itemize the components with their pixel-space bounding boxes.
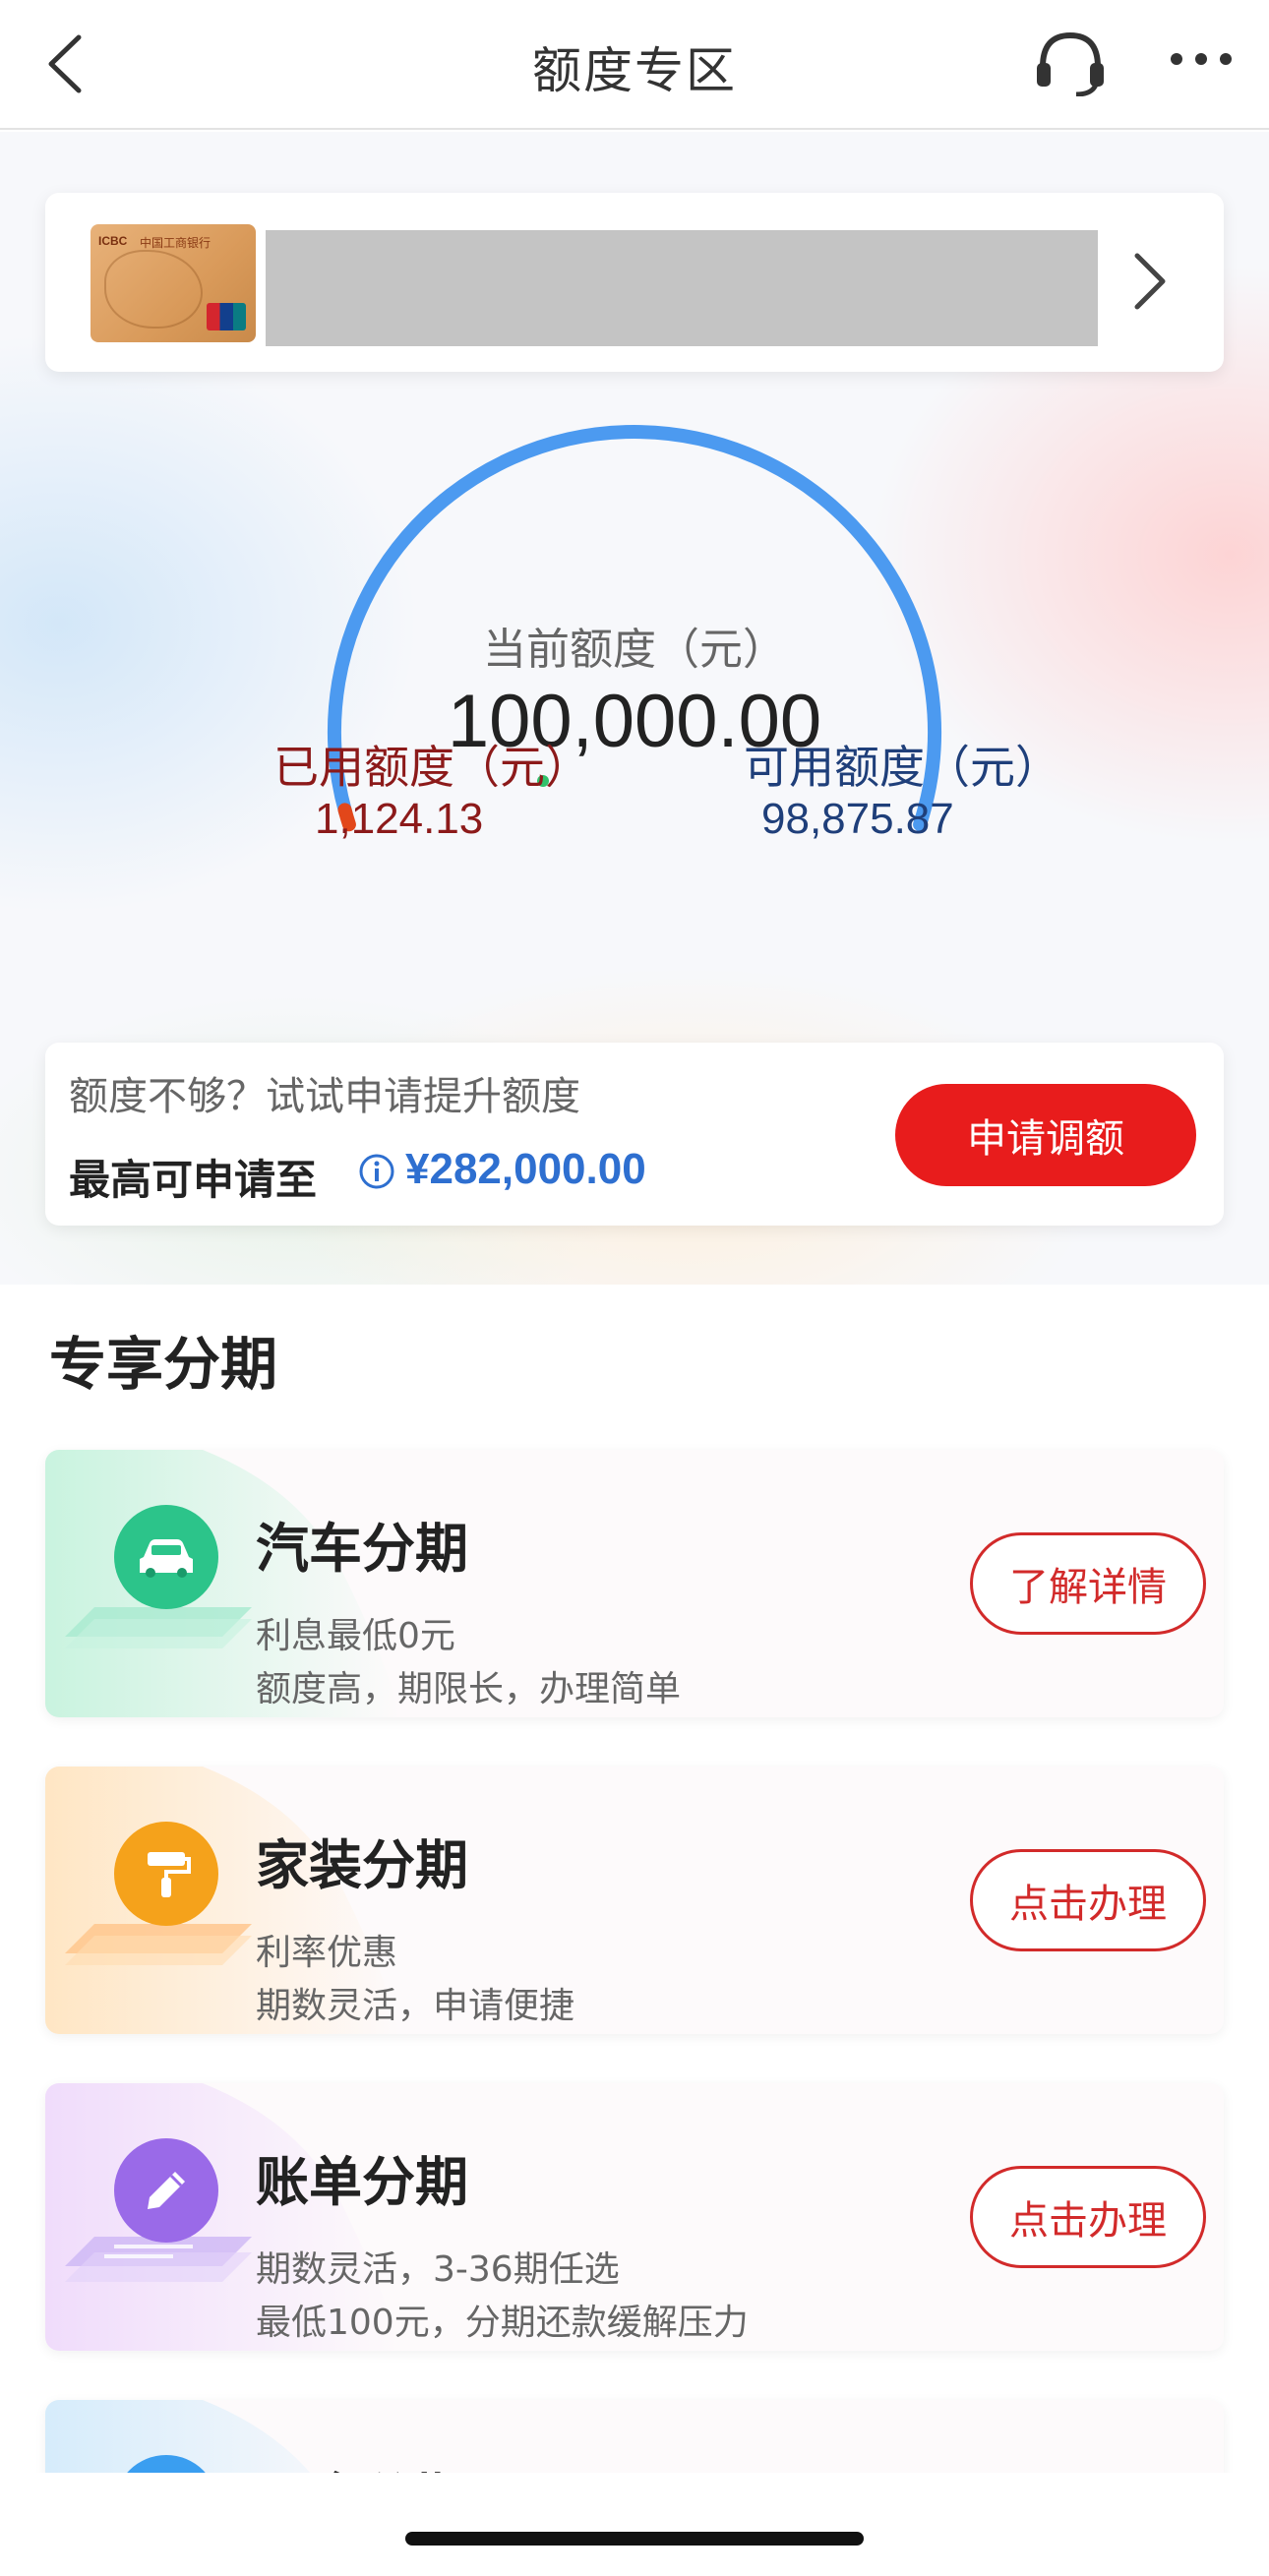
max-apply-amount: ¥282,000.00 [405,1145,646,1193]
home-indicator[interactable] [405,2532,864,2546]
max-apply-label: 最高可申请至 [69,1156,318,1204]
pencil-icon [114,2138,218,2243]
installment-desc-2: 期数灵活，申请便捷 [256,1986,575,2026]
bottom-safe-area [0,2473,1269,2576]
raise-limit-card: 额度不够？试试申请提升额度 最高可申请至 ¥282,000.00 申请调额 [45,1043,1224,1226]
used-limit-label: 已用额度（元） [273,741,590,794]
installment-desc-1: 利息最低0元 [256,1616,455,1656]
installment-name: 家装分期 [256,1834,468,1896]
installment-desc-2: 额度高，期限长，办理简单 [256,1669,682,1709]
installment-name: 账单分期 [256,2151,468,2213]
used-limit-value: 1,124.13 [315,795,484,843]
installment-desc-1: 期数灵活，3-36期任选 [256,2249,620,2290]
available-limit-label: 可用额度（元） [744,741,1060,794]
current-limit-value: 100,000.00 [447,680,822,763]
apply-now-button[interactable]: 点击办理 [970,1849,1206,1951]
gauge-arc-svg [328,425,941,832]
learn-more-button[interactable]: 了解详情 [970,1532,1206,1635]
current-limit-label: 当前额度（元） [483,625,786,675]
installment-desc-2: 最低100元，分期还款缓解压力 [256,2303,749,2343]
available-limit-value: 98,875.87 [761,795,954,843]
credit-limit-gauge: 当前额度（元） 100,000.00 [0,132,1269,1017]
info-icon[interactable] [358,1153,395,1190]
top-nav-bar: 额度专区 [0,0,1269,130]
installment-item-home[interactable]: 家装分期 利率优惠 期数灵活，申请便捷 点击办理 [45,1767,1224,2034]
paint-roller-icon [114,1822,218,1926]
installment-desc-1: 利率优惠 [256,1933,398,1973]
ellipsis-icon[interactable] [1167,39,1236,79]
apply-now-button[interactable]: 点击办理 [970,2166,1206,2268]
installment-item-car[interactable]: 汽车分期 利息最低0元 额度高，期限长，办理简单 了解详情 [45,1450,1224,1717]
installment-item-bill[interactable]: 账单分期 期数灵活，3-36期任选 最低100元，分期还款缓解压力 点击办理 [45,2083,1224,2351]
car-icon [114,1505,218,1609]
raise-limit-hint: 额度不够？试试申请提升额度 [69,1074,580,1119]
section-title: 专享分期 [49,1331,278,1398]
headset-icon[interactable] [1031,28,1110,96]
apply-adjust-limit-button[interactable]: 申请调额 [895,1084,1196,1186]
installment-name: 汽车分期 [256,1518,468,1580]
